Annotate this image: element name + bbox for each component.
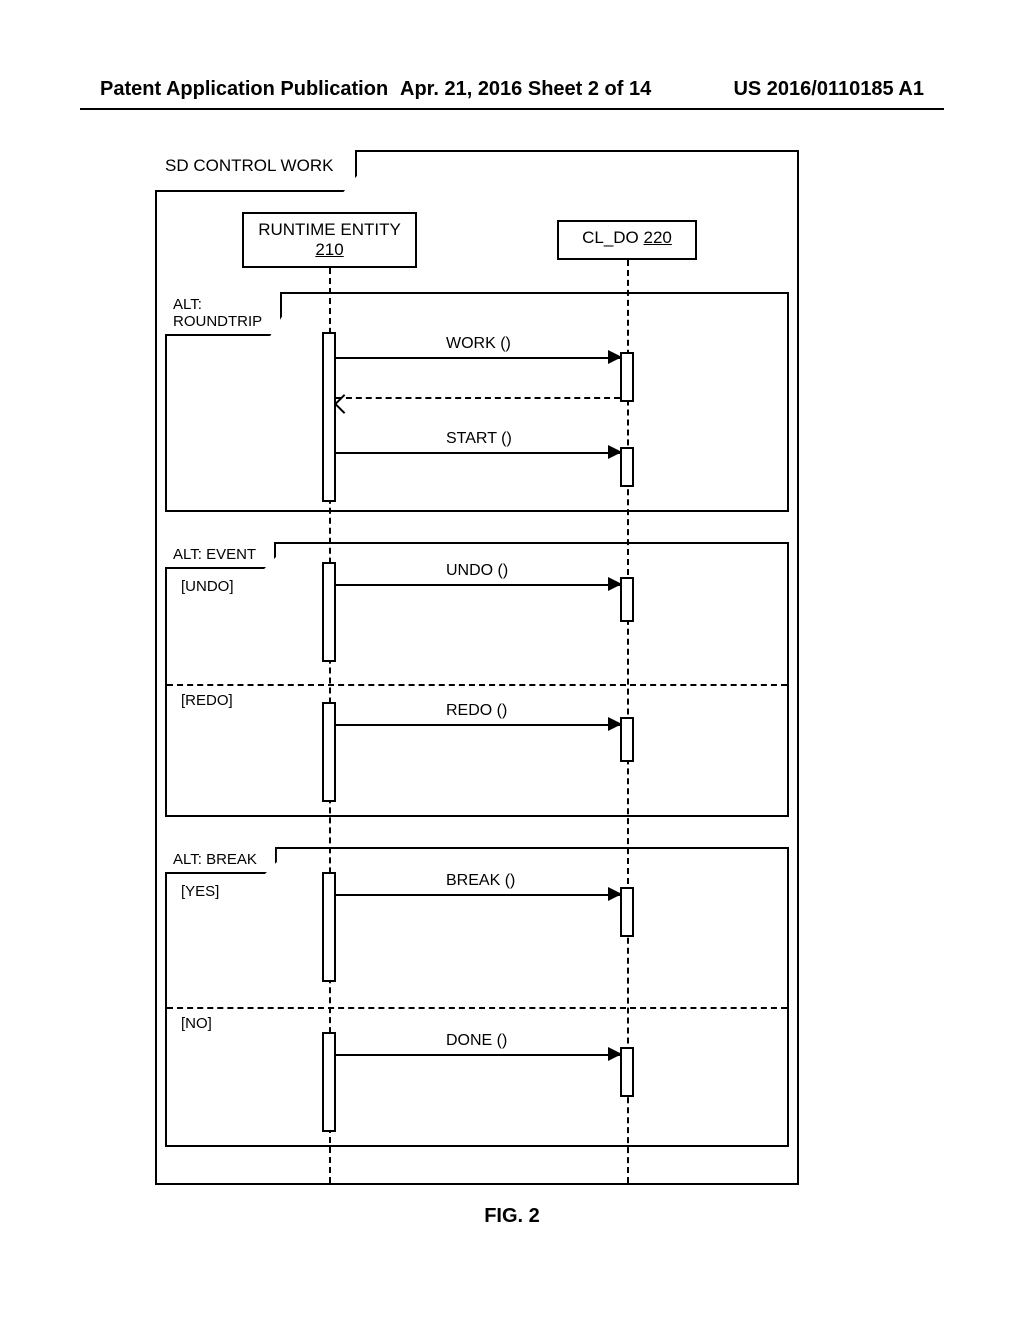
header-mid-text: Apr. 21, 2016 Sheet 2 of 14 — [400, 78, 651, 101]
message-undo-label: UNDO () — [446, 562, 508, 580]
header-right-text: US 2016/0110185 A1 — [733, 78, 924, 101]
activation-cldo-break — [620, 887, 634, 937]
participant-cl-do-id: 220 — [644, 228, 672, 247]
fragment-event-separator — [167, 684, 787, 686]
activation-runtime-undo — [322, 562, 336, 662]
fragment-break-guard-no: [NO] — [181, 1015, 212, 1032]
fragment-break-tab: ALT: BREAK — [165, 847, 277, 874]
participant-runtime-entity-label: RUNTIME ENTITY — [258, 220, 401, 239]
message-done-label: DONE () — [446, 1032, 507, 1050]
message-break-label: BREAK () — [446, 872, 515, 890]
activation-runtime-redo — [322, 702, 336, 802]
figure-caption: FIG. 2 — [0, 1205, 1024, 1228]
activation-runtime-break — [322, 872, 336, 982]
participant-runtime-entity: RUNTIME ENTITY 210 — [242, 212, 417, 268]
message-redo-label: REDO () — [446, 702, 507, 720]
activation-cldo-work — [620, 352, 634, 402]
activation-cldo-undo — [620, 577, 634, 622]
activation-runtime-roundtrip — [322, 332, 336, 502]
activation-cldo-start — [620, 447, 634, 487]
message-start-label: START () — [446, 430, 512, 448]
diagram-title-tab: SD CONTROL WORK — [155, 150, 357, 192]
message-work-label: WORK () — [446, 335, 511, 353]
sequence-diagram-frame: SD CONTROL WORK RUNTIME ENTITY 210 CL_DO… — [155, 150, 799, 1185]
fragment-roundtrip-tab: ALT: ROUNDTRIP — [165, 292, 282, 336]
fragment-event-guard-undo: [UNDO] — [181, 578, 234, 595]
fragment-event-tab: ALT: EVENT — [165, 542, 276, 569]
activation-cldo-redo — [620, 717, 634, 762]
fragment-break-separator — [167, 1007, 787, 1009]
fragment-event-guard-redo: [REDO] — [181, 692, 233, 709]
participant-runtime-entity-id: 210 — [315, 240, 343, 259]
activation-runtime-done — [322, 1032, 336, 1132]
fragment-break-guard-yes: [YES] — [181, 883, 219, 900]
patent-page: Patent Application Publication Apr. 21, … — [0, 0, 1024, 1320]
participant-cl-do: CL_DO 220 — [557, 220, 697, 260]
fragment-break: ALT: BREAK [YES] [NO] — [165, 847, 789, 1147]
header-left-text: Patent Application Publication — [100, 78, 388, 101]
fragment-roundtrip: ALT: ROUNDTRIP — [165, 292, 789, 512]
activation-cldo-done — [620, 1047, 634, 1097]
header-rule — [80, 108, 944, 110]
participant-cl-do-label: CL_DO — [582, 228, 643, 247]
